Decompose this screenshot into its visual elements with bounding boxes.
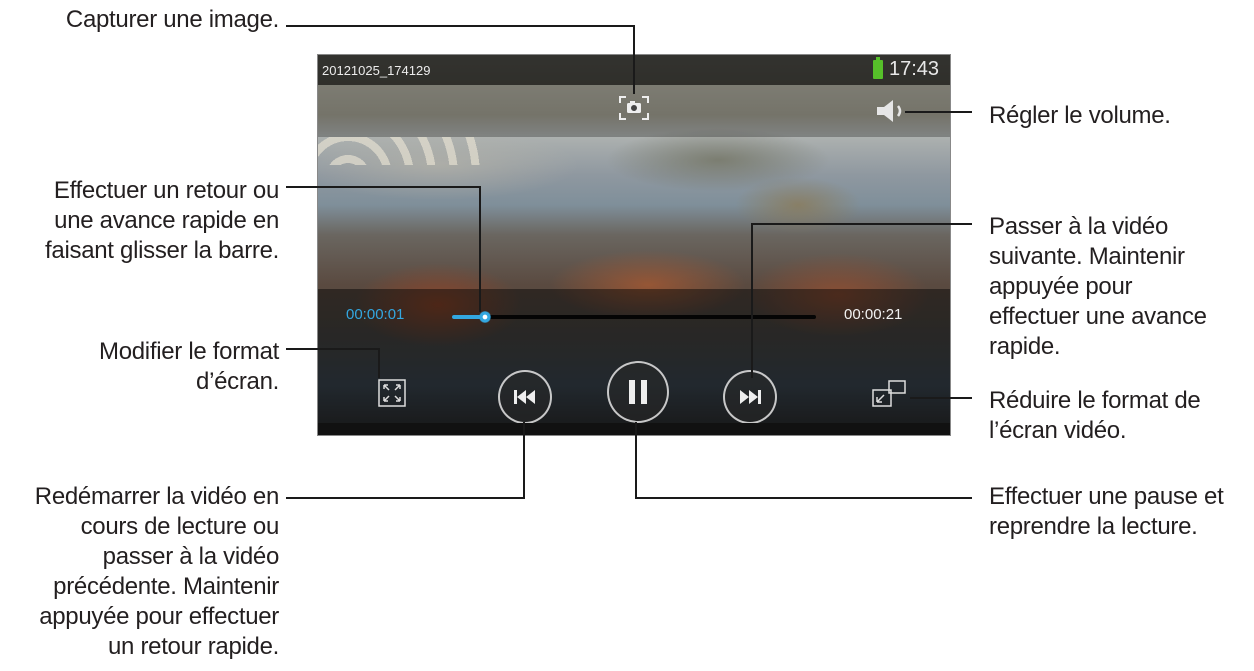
next-button[interactable] [723, 370, 777, 424]
status-clock: 17:43 [889, 58, 940, 80]
annotation-seek-line: une avance rapide en [54, 207, 279, 234]
current-time: 00:00:01 [346, 306, 405, 323]
video-file-name: 20121025_174129 [322, 63, 431, 78]
skip-previous-icon [514, 390, 535, 404]
speaker-volume-icon[interactable] [873, 97, 913, 125]
annotation-popup-line: l’écran vidéo. [989, 417, 1127, 444]
annotation-aspect-line: Modifier le format [99, 338, 279, 365]
annotation-capture: Capturer une image. [20, 5, 279, 35]
total-time: 00:00:21 [844, 306, 903, 323]
annotation-aspect: Modifier le format d’écran. [20, 337, 279, 397]
video-player-screen: 20121025_174129 17:43 00:00:01 00:00:21 [317, 54, 951, 436]
previous-button[interactable] [498, 370, 552, 424]
annotation-next-line: suivante. Maintenir [989, 243, 1185, 270]
annotation-pause: Effectuer une pause et reprendre la lect… [989, 482, 1251, 542]
annotation-previous-line: précédente. Maintenir [53, 573, 279, 600]
annotation-aspect-line: d’écran. [196, 368, 279, 395]
annotation-previous-line: Redémarrer la vidéo en [34, 483, 280, 510]
aspect-ratio-button[interactable] [377, 378, 407, 408]
annotation-volume: Régler le volume. [989, 101, 1249, 131]
annotation-previous-line: appuyée pour effectuer [39, 603, 279, 630]
annotation-next-line: appuyée pour [989, 273, 1133, 300]
skip-next-icon [740, 390, 761, 404]
annotation-volume-text: Régler le volume. [989, 102, 1171, 129]
video-scenery [318, 137, 488, 165]
pause-icon [629, 380, 647, 404]
annotation-previous: Redémarrer la vidéo en cours de lecture … [0, 482, 280, 662]
popup-player-icon [872, 380, 906, 407]
annotation-next-line: rapide. [989, 333, 1061, 360]
annotation-previous-line: passer à la vidéo [102, 543, 280, 570]
annotation-seek-line: faisant glisser la barre. [45, 237, 279, 264]
navigation-strip [318, 423, 950, 435]
aspect-ratio-icon [378, 379, 406, 407]
annotation-pause-line: Effectuer une pause et [989, 483, 1224, 510]
pause-button[interactable] [607, 361, 669, 423]
annotation-previous-line: un retour rapide. [107, 633, 279, 660]
annotation-previous-line: cours de lecture ou [80, 513, 280, 540]
annotation-next-line: effectuer une avance [989, 303, 1207, 330]
battery-icon [873, 57, 883, 79]
status-bar: 20121025_174129 17:43 [318, 55, 950, 85]
annotation-seek: Effectuer un retour ou une avance rapide… [10, 176, 279, 266]
camera-capture-icon[interactable] [618, 95, 650, 121]
annotation-next: Passer à la vidéo suivante. Maintenir ap… [989, 212, 1251, 362]
annotation-popup: Réduire le format de l’écran vidéo. [989, 386, 1251, 446]
seek-bar-handle[interactable] [478, 311, 491, 323]
popup-player-button[interactable] [871, 379, 907, 409]
annotation-popup-line: Réduire le format de [989, 387, 1201, 414]
annotation-next-line: Passer à la vidéo [989, 213, 1169, 240]
annotation-capture-text: Capturer une image. [65, 6, 279, 33]
annotation-pause-line: reprendre la lecture. [989, 513, 1198, 540]
seek-bar[interactable] [452, 311, 816, 323]
annotation-seek-line: Effectuer un retour ou [53, 177, 279, 204]
